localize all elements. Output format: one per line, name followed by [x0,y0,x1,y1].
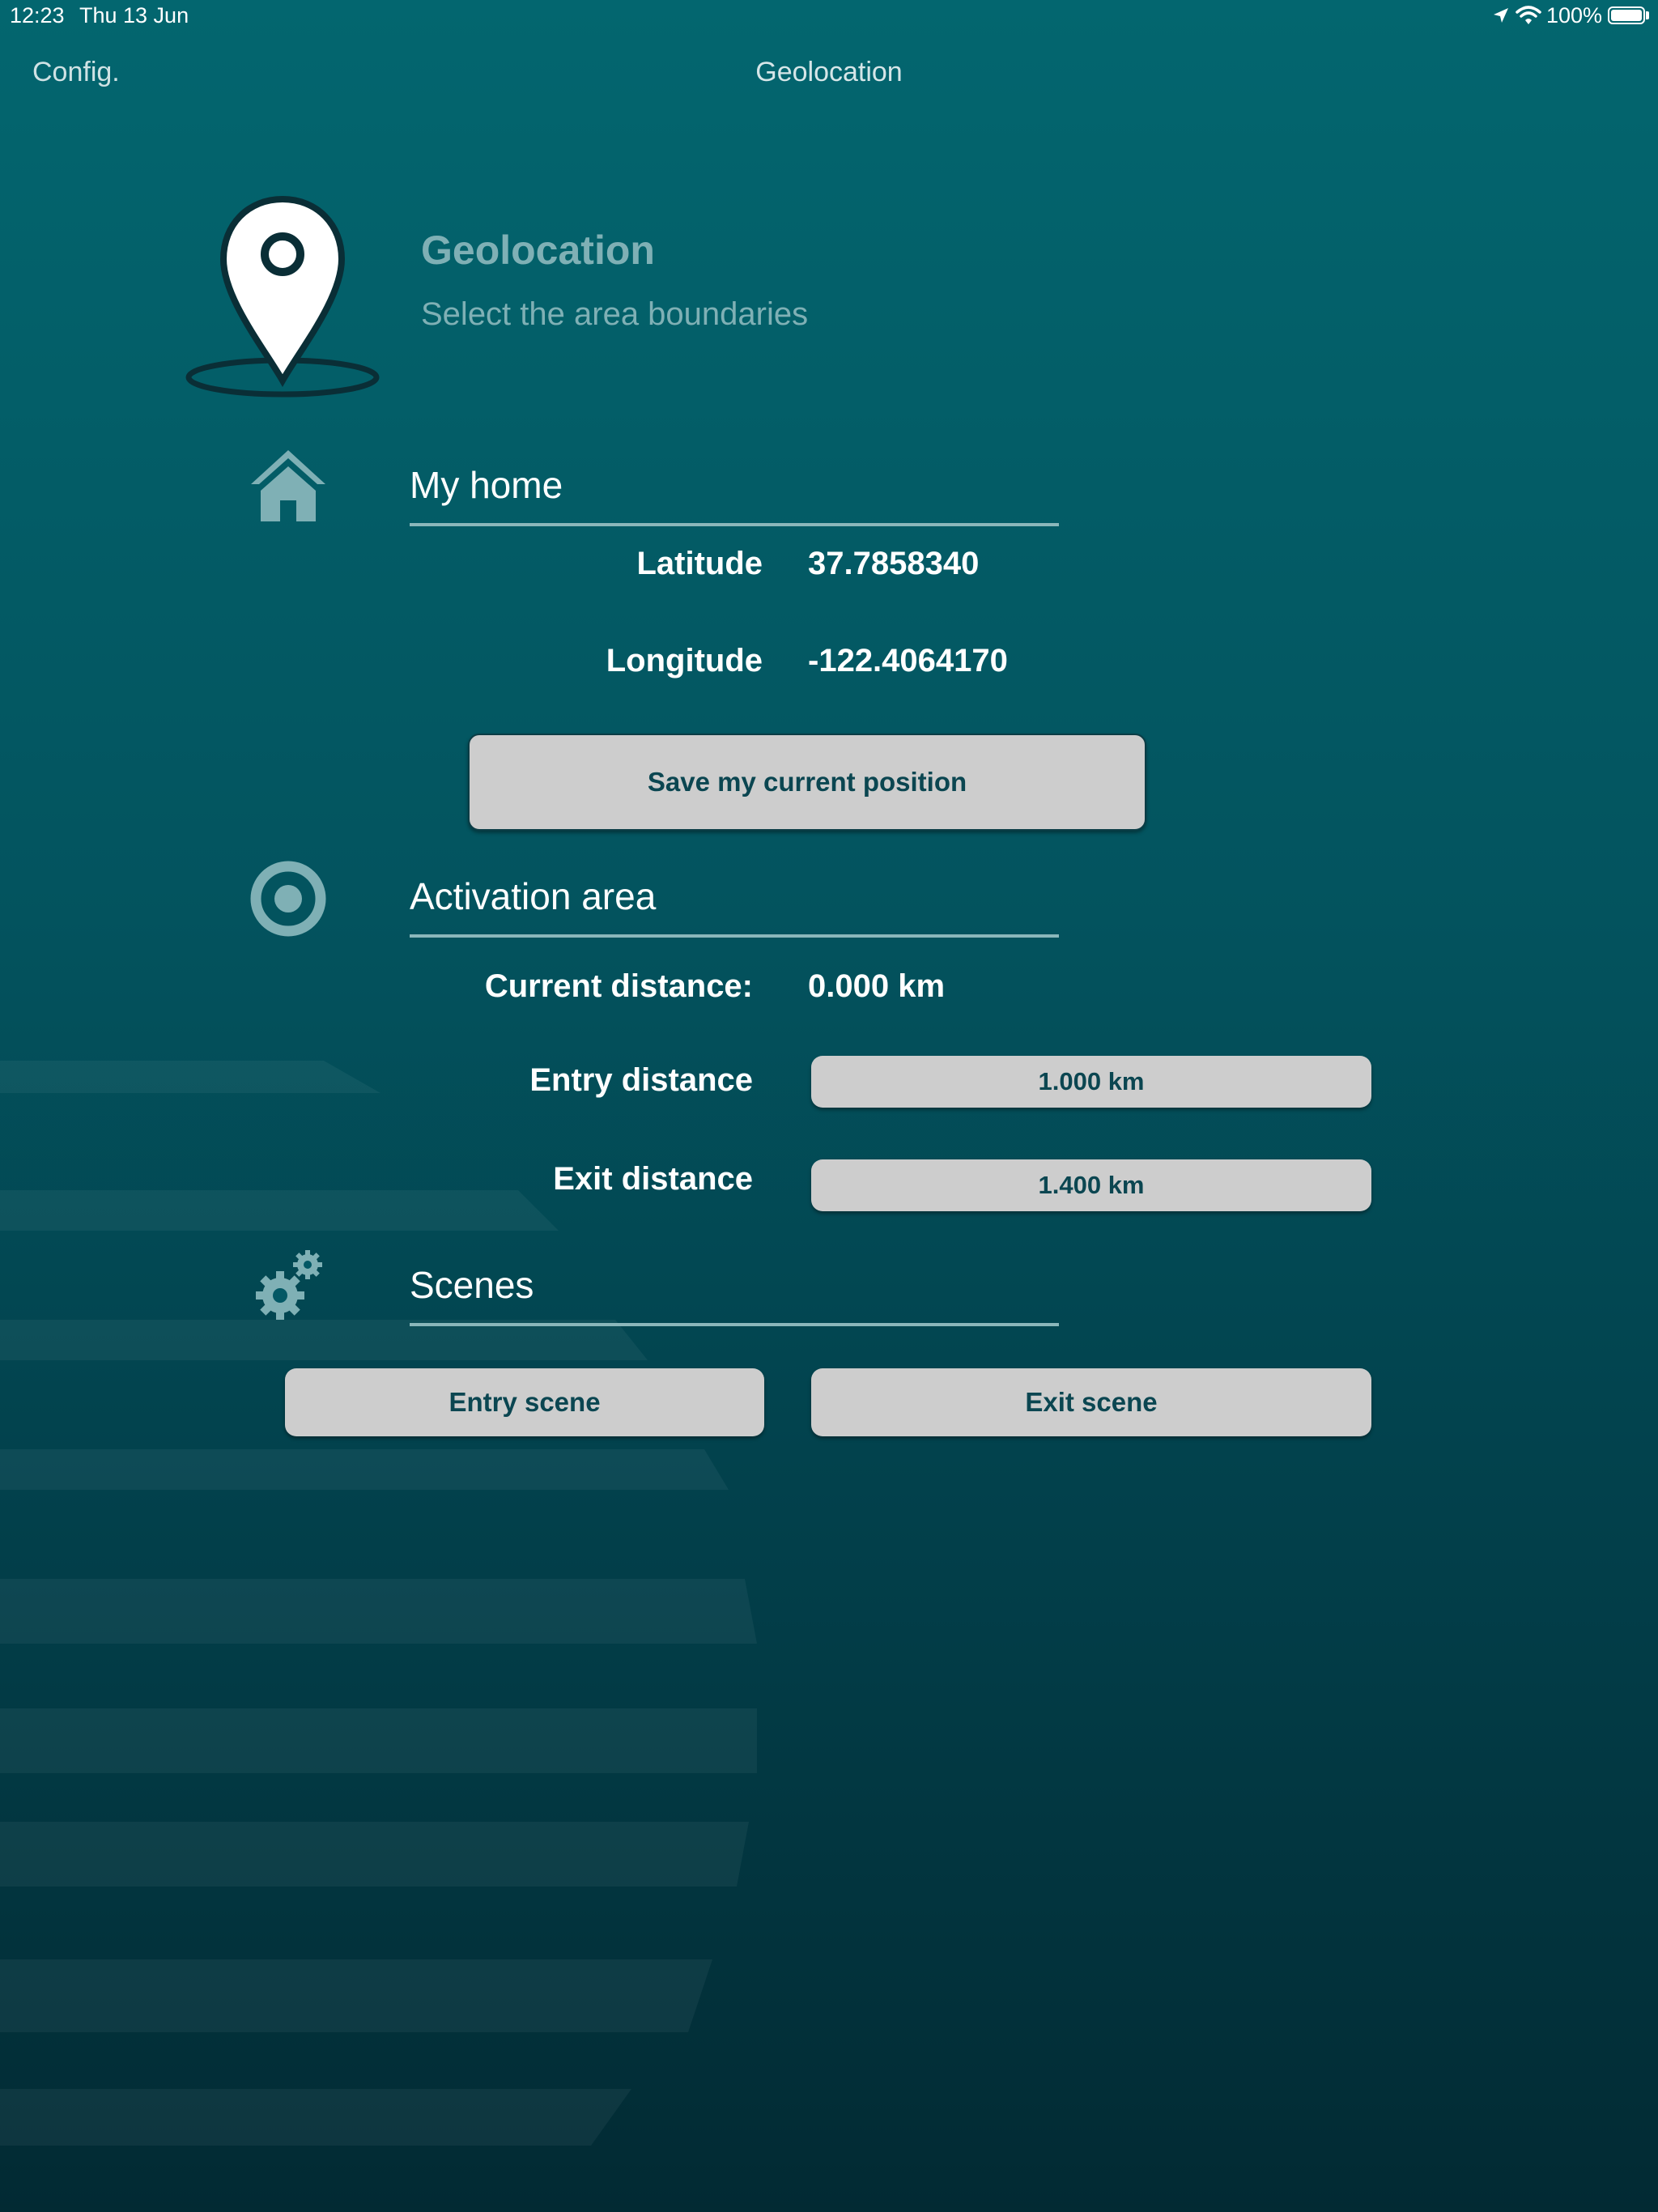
battery-tip [1646,11,1649,19]
save-position-button[interactable]: Save my current position [468,734,1146,831]
section-title-home: My home [410,464,563,506]
wifi-icon [1516,6,1541,24]
status-time: 12:23 [10,3,65,28]
nav-title: Geolocation [755,57,903,87]
section-title-activation: Activation area [410,875,657,917]
longitude-label: Longitude [606,643,763,678]
current-distance-value: 0.000 km [808,968,946,1004]
exit-distance-label: Exit distance [553,1161,753,1197]
header-title: Geolocation [421,228,655,273]
divider-home [410,523,1059,526]
entry-scene-button[interactable]: Entry scene [285,1368,764,1436]
house-icon [251,450,325,521]
header-subtitle: Select the area boundaries [421,296,809,332]
exit-scene-button[interactable]: Exit scene [811,1368,1371,1436]
entry-distance-label: Entry distance [529,1062,753,1098]
latitude-label: Latitude [636,546,763,581]
status-date: Thu 13 Jun [79,3,189,28]
exit-distance-button[interactable]: 1.400 km [811,1159,1371,1211]
longitude-value: -122.4064170 [808,643,1008,678]
target-icon [250,861,326,937]
current-distance-label: Current distance: [484,968,753,1004]
gears-icon [256,1250,322,1320]
divider-activation [410,934,1059,938]
divider-scenes [410,1323,1059,1326]
entry-distance-button[interactable]: 1.000 km [811,1056,1371,1108]
battery-percent: 100% [1546,3,1603,28]
latitude-value: 37.7858340 [808,546,980,581]
map-pin-icon [185,195,380,398]
battery-icon [1608,6,1645,24]
section-title-scenes: Scenes [410,1264,534,1306]
location-arrow-icon [1494,8,1508,23]
